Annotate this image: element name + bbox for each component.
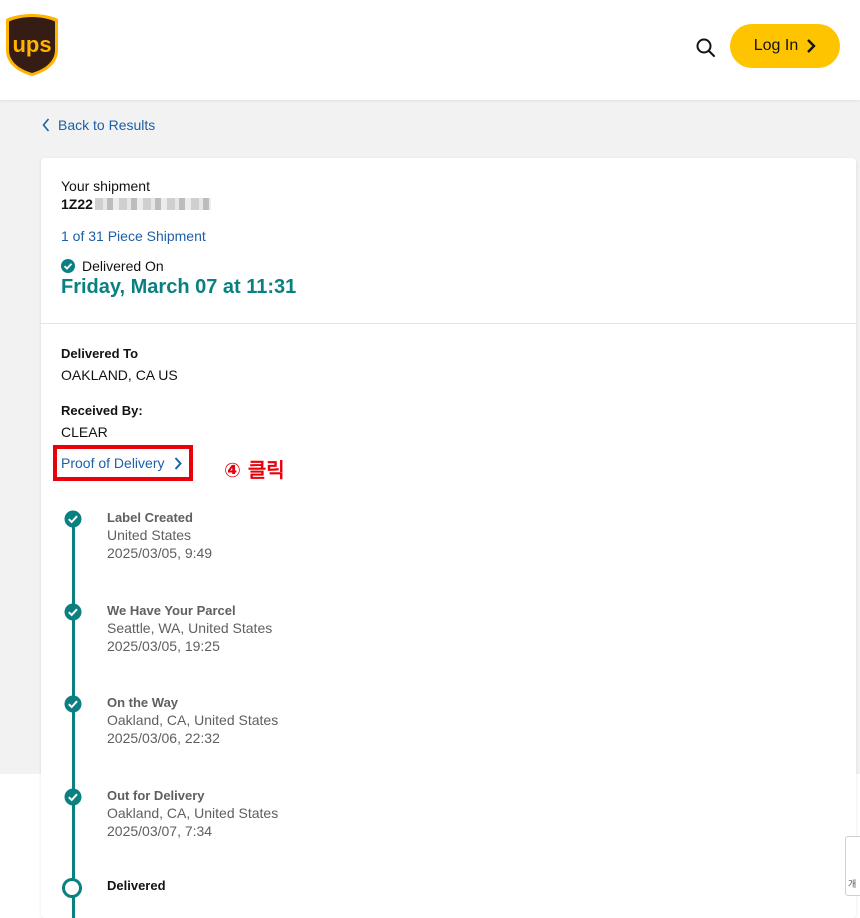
redacted-tracking-digits [94, 198, 211, 210]
timeline-item-text: Out for Delivery Oakland, CA, United Sta… [107, 788, 407, 839]
timeline-item-text: On the Way Oakland, CA, United States 20… [107, 695, 407, 746]
timeline-item-text: Delivered [107, 878, 407, 893]
tracking-number: 1Z22 [61, 196, 296, 212]
timeline-location: Seattle, WA, United States [107, 620, 273, 636]
delivered-to-value: OAKLAND, CA US [61, 367, 178, 383]
your-shipment-heading: Your shipment [61, 178, 150, 194]
feedback-widget[interactable]: 개 [845, 836, 860, 896]
timeline-time: 2025/03/06, 22:32 [107, 730, 220, 746]
delivered-to-label: Delivered To [61, 346, 139, 361]
timeline-title: Out for Delivery [107, 788, 205, 803]
timeline-time: 2025/03/07, 7:34 [107, 823, 213, 839]
received-by-label: Received By: [61, 403, 143, 418]
svg-text:ups: ups [12, 32, 51, 57]
annotation-step-label: ④ 클릭 [224, 458, 285, 482]
timeline-item-text: We Have Your Parcel Seattle, WA, United … [107, 603, 407, 654]
timeline-location: United States [107, 527, 192, 543]
check-circle-icon [64, 695, 82, 713]
site-header: ups Log In [0, 0, 860, 100]
chevron-left-icon [42, 118, 50, 132]
delivered-date: Friday, March 07 at 11:31 [61, 276, 297, 298]
section-divider [41, 323, 856, 324]
timeline-title: On the Way [107, 695, 179, 710]
timeline-time: 2025/03/05, 19:25 [107, 638, 220, 654]
timeline-location: Oakland, CA, United States [107, 712, 279, 728]
timeline-title: Label Created [107, 510, 193, 525]
shipment-card: Your shipment 1Z22 1 of 31 Piece Shipmen… [41, 158, 856, 918]
login-button-label: Log In [753, 37, 799, 54]
back-to-results-link[interactable]: Back to Results [42, 117, 155, 133]
check-circle-icon [64, 510, 82, 528]
shipment-summary: Your shipment 1Z22 1 of 31 Piece Shipmen… [61, 178, 296, 299]
chevron-right-icon [806, 39, 816, 53]
timeline-title: We Have Your Parcel [107, 603, 236, 618]
ups-logo[interactable]: ups [4, 12, 60, 78]
timeline-time: 2025/03/05, 9:49 [107, 545, 213, 561]
delivered-on-label: Delivered On [82, 258, 164, 274]
back-link-label: Back to Results [58, 117, 156, 133]
proof-of-delivery-link[interactable]: Proof of Delivery [61, 455, 183, 471]
timeline-item-text: Label Created United States 2025/03/05, … [107, 510, 407, 561]
delivery-details: Delivered To OAKLAND, CA US Received By:… [61, 346, 178, 440]
search-icon[interactable] [694, 36, 718, 60]
feedback-widget-label: 개 [848, 879, 857, 889]
delivery-status: Delivered On [61, 258, 296, 274]
chevron-right-icon [175, 456, 183, 470]
ups-shield-icon: ups [6, 14, 58, 76]
tracking-number-prefix: 1Z22 [61, 196, 93, 212]
login-button[interactable]: Log In [730, 24, 840, 68]
timeline-location: Oakland, CA, United States [107, 805, 279, 821]
timeline-track [72, 518, 75, 918]
piece-shipment-link[interactable]: 1 of 31 Piece Shipment [61, 228, 206, 244]
timeline-title: Delivered [107, 878, 166, 893]
check-circle-icon [64, 788, 82, 806]
check-circle-icon [61, 259, 75, 273]
check-circle-icon [64, 603, 82, 621]
received-by-value: CLEAR [61, 424, 108, 440]
proof-of-delivery-label: Proof of Delivery [61, 455, 165, 471]
hollow-circle-icon [62, 878, 82, 898]
